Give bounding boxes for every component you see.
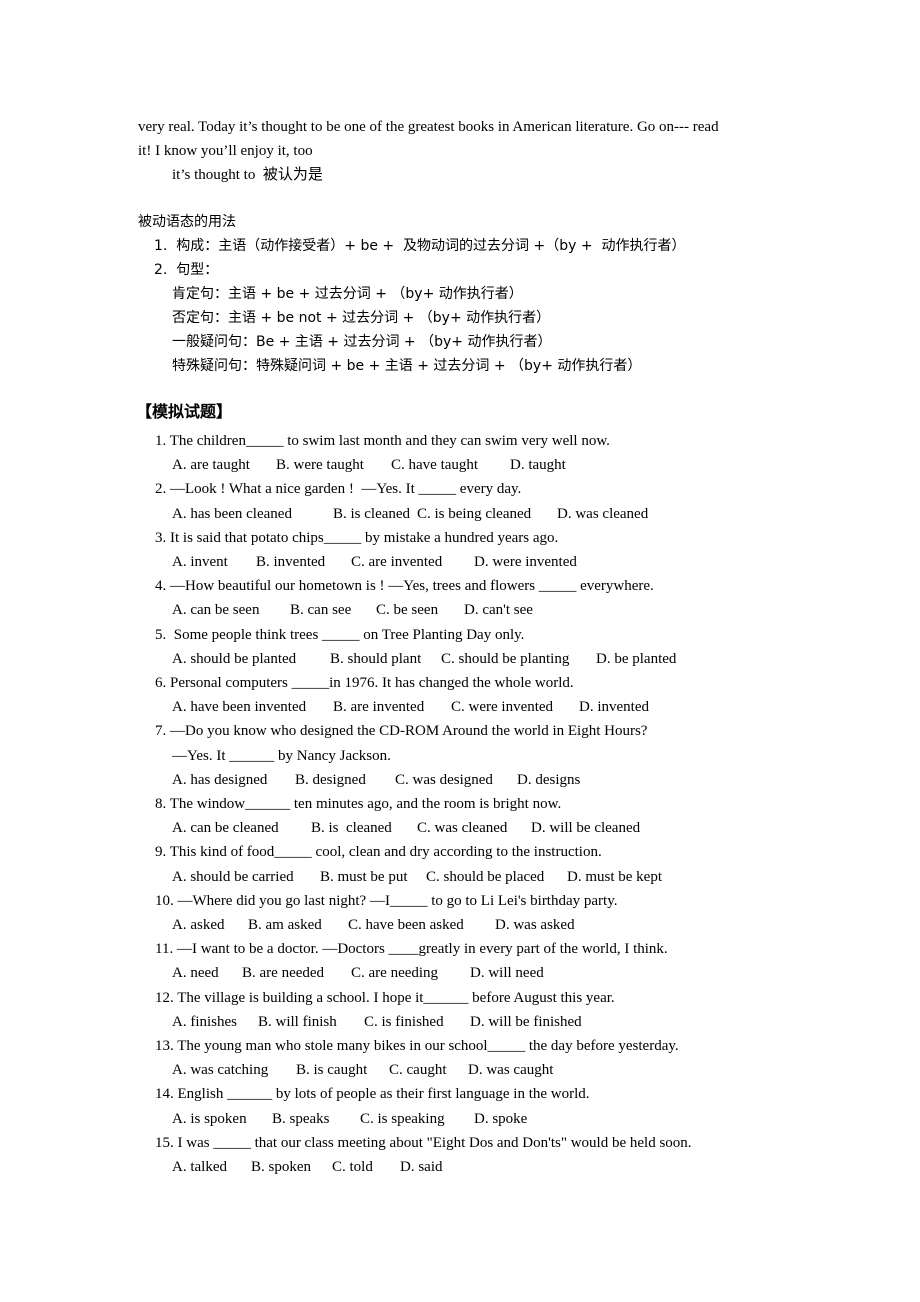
pattern-wh-question: 特殊疑问句：特殊疑问词 + be + 主语 + 过去分词 + （by+ 动作执行…: [172, 358, 642, 374]
question-4-option-b: B. can see: [290, 602, 352, 618]
question-8-option-a: A. can be cleaned: [172, 820, 279, 836]
question-3-option-b: B. invented: [256, 554, 326, 570]
question-12-option-c: C. is finished: [364, 1014, 444, 1030]
question-8-option-d: D. will be cleaned: [531, 820, 641, 836]
question-8-option-c: C. was cleaned: [417, 820, 508, 836]
question-1-option-a: A. are taught: [172, 457, 250, 473]
question-6-option-d: D. invented: [579, 699, 649, 715]
intro-text-line-2: it! I know you’ll enjoy it, too: [138, 143, 313, 159]
grammar-item-patterns: 2. 句型：: [154, 262, 219, 278]
question-5-option-d: D. be planted: [596, 651, 677, 667]
question-9-option-b: B. must be put: [320, 869, 408, 885]
question-10-text: 10. —Where did you go last night? —I____…: [155, 893, 618, 909]
question-1-text: 1. The children_____ to swim last month …: [155, 433, 610, 449]
pattern-negative: 否定句：主语 + be not + 过去分词 + （by+ 动作执行者）: [172, 310, 551, 326]
question-5-option-c: C. should be planting: [441, 651, 570, 667]
question-8-option-b: B. is cleaned: [311, 820, 392, 836]
vocab-phrase: it’s thought to 被认为是: [172, 167, 323, 183]
question-9-option-a: A. should be carried: [172, 869, 294, 885]
grammar-item-structure: 1. 构成：主语（动作接受者）+ be + 及物动词的过去分词 +（by + 动…: [154, 238, 686, 254]
intro-text-line-1: very real. Today it’s thought to be one …: [138, 119, 719, 135]
question-12-text: 12. The village is building a school. I …: [155, 990, 615, 1006]
question-13-option-b: B. is caught: [296, 1062, 368, 1078]
question-13-text: 13. The young man who stole many bikes i…: [155, 1038, 679, 1054]
question-12-option-d: D. will be finished: [470, 1014, 582, 1030]
question-4-text: 4. —How beautiful our hometown is ! —Yes…: [155, 578, 654, 594]
question-11-option-a: A. need: [172, 965, 219, 981]
question-10-option-b: B. am asked: [248, 917, 322, 933]
question-12-option-b: B. will finish: [258, 1014, 337, 1030]
question-3-option-d: D. were invented: [474, 554, 577, 570]
question-7-option-a: A. has designed: [172, 772, 268, 788]
question-2-text: 2. —Look ! What a nice garden ! —Yes. It…: [155, 481, 522, 497]
question-6-text: 6. Personal computers _____in 1976. It h…: [155, 675, 574, 691]
question-10-option-d: D. was asked: [495, 917, 575, 933]
question-14-text: 14. English ______ by lots of people as …: [155, 1086, 590, 1102]
question-2-option-b: B. is cleaned: [333, 506, 411, 522]
pattern-yes-no-question: 一般疑问句：Be + 主语 + 过去分词 + （by+ 动作执行者）: [172, 334, 552, 350]
question-13-option-c: C. caught: [389, 1062, 447, 1078]
question-12-option-a: A. finishes: [172, 1014, 237, 1030]
question-4-option-d: D. can't see: [464, 602, 533, 618]
question-3-option-c: C. are invented: [351, 554, 443, 570]
question-7-option-b: B. designed: [295, 772, 366, 788]
question-5-option-b: B. should plant: [330, 651, 422, 667]
question-2-option-a: A. has been cleaned: [172, 506, 292, 522]
pattern-affirmative: 肯定句：主语 + be + 过去分词 + （by+ 动作执行者）: [172, 286, 523, 302]
question-13-option-a: A. was catching: [172, 1062, 269, 1078]
question-6-option-a: A. have been invented: [172, 699, 307, 715]
question-5-option-a: A. should be planted: [172, 651, 297, 667]
question-7-text: 7. —Do you know who designed the CD-ROM …: [155, 723, 648, 739]
question-11-option-d: D. will need: [470, 965, 544, 981]
question-6-option-c: C. were invented: [451, 699, 554, 715]
question-14-option-a: A. is spoken: [172, 1111, 247, 1127]
question-4-option-c: C. be seen: [376, 602, 439, 618]
grammar-title: 被动语态的用法: [138, 214, 236, 230]
question-15-option-b: B. spoken: [251, 1159, 311, 1175]
question-9-option-c: C. should be placed: [426, 869, 545, 885]
question-2-option-d: D. was cleaned: [557, 506, 649, 522]
question-11-option-b: B. are needed: [242, 965, 325, 981]
question-14-option-c: C. is speaking: [360, 1111, 445, 1127]
question-10-option-a: A. asked: [172, 917, 225, 933]
question-9-text: 9. This kind of food_____ cool, clean an…: [155, 844, 602, 860]
question-15-text: 15. I was _____ that our class meeting a…: [155, 1135, 692, 1151]
question-11-text: 11. —I want to be a doctor. —Doctors ___…: [155, 941, 668, 957]
question-1-option-d: D. taught: [510, 457, 566, 473]
question-7-reply: —Yes. It ______ by Nancy Jackson.: [172, 748, 391, 764]
question-7-option-d: D. designs: [517, 772, 581, 788]
exercise-title: 【模拟试题】: [136, 402, 233, 421]
question-14-option-d: D. spoke: [474, 1111, 528, 1127]
question-8-text: 8. The window______ ten minutes ago, and…: [155, 796, 562, 812]
question-7-option-c: C. was designed: [395, 772, 493, 788]
question-5-text: 5. Some people think trees _____ on Tree…: [155, 627, 525, 643]
question-3-option-a: A. invent: [172, 554, 228, 570]
question-4-option-a: A. can be seen: [172, 602, 260, 618]
question-6-option-b: B. are invented: [333, 699, 425, 715]
question-15-option-c: C. told: [332, 1159, 373, 1175]
question-14-option-b: B. speaks: [272, 1111, 330, 1127]
question-11-option-c: C. are needing: [351, 965, 439, 981]
question-10-option-c: C. have been asked: [348, 917, 464, 933]
question-13-option-d: D. was caught: [468, 1062, 554, 1078]
question-2-option-c: C. is being cleaned: [417, 506, 532, 522]
question-1-option-c: C. have taught: [391, 457, 479, 473]
question-15-option-d: D. said: [400, 1159, 443, 1175]
question-3-text: 3. It is said that potato chips_____ by …: [155, 530, 559, 546]
question-1-option-b: B. were taught: [276, 457, 364, 473]
question-15-option-a: A. talked: [172, 1159, 227, 1175]
question-9-option-d: D. must be kept: [567, 869, 662, 885]
